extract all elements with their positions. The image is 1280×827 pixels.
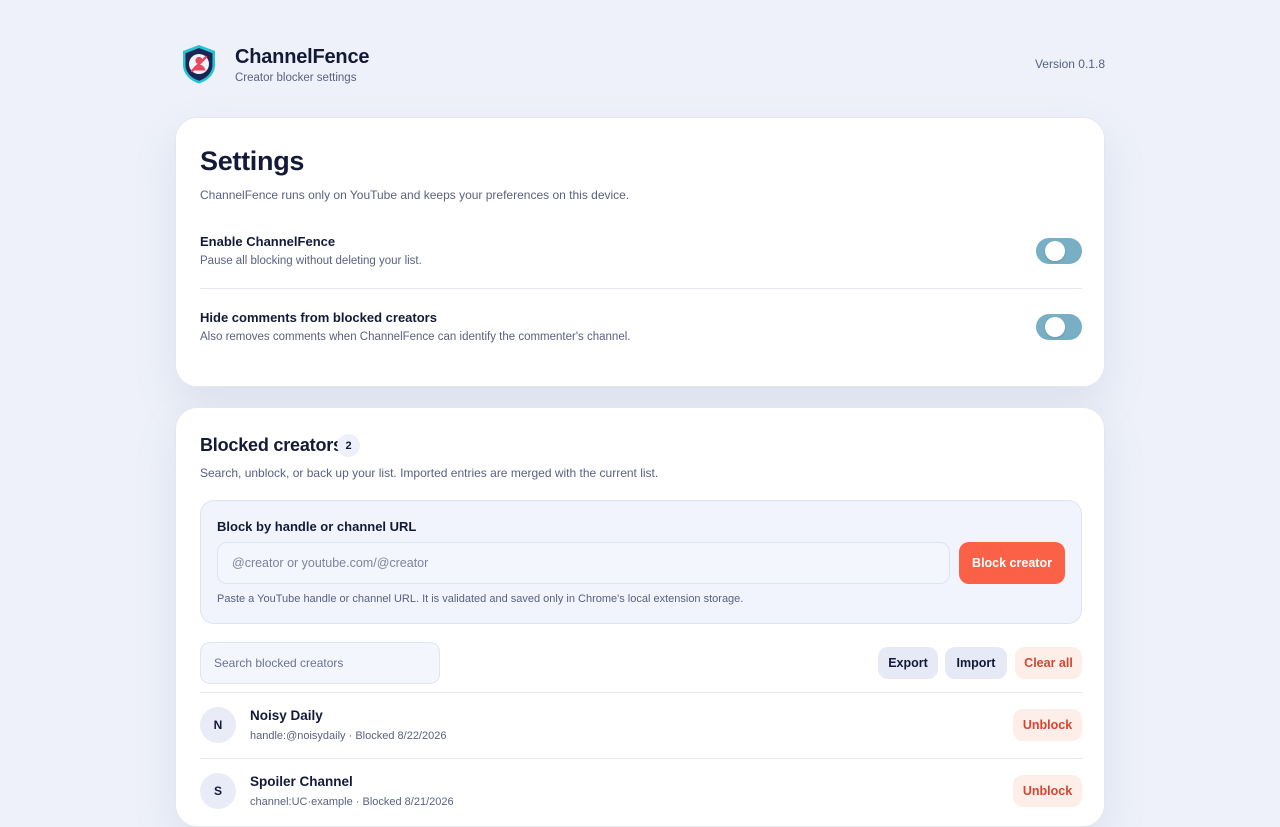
setting-enable-row: Enable ChannelFence Pause all blocking w… (200, 234, 1082, 274)
import-button[interactable]: Import (945, 647, 1007, 679)
setting-enable-description: Pause all blocking without deleting your… (200, 255, 422, 267)
toggle-knob (1045, 317, 1065, 337)
creator-name: Noisy Daily (250, 708, 323, 723)
blocked-count-badge: 2 (337, 434, 360, 457)
enable-toggle[interactable] (1036, 238, 1082, 264)
unblock-button[interactable]: Unblock (1013, 709, 1082, 741)
setting-hide-comments-row: Hide comments from blocked creators Also… (200, 310, 1082, 350)
export-button[interactable]: Export (878, 647, 938, 679)
blocked-creator-row: S Spoiler Channel channel:UC·example · B… (200, 773, 1082, 817)
unblock-button[interactable]: Unblock (1013, 775, 1082, 807)
app-subtitle: Creator blocker settings (235, 72, 357, 84)
creator-avatar: S (200, 773, 236, 809)
app-header: ChannelFence Creator blocker settings Ve… (175, 40, 1105, 88)
block-creator-button[interactable]: Block creator (959, 542, 1065, 584)
list-divider (200, 692, 1082, 693)
creator-name: Spoiler Channel (250, 774, 353, 789)
app-name: ChannelFence (235, 46, 370, 68)
setting-hide-comments-description: Also removes comments when ChannelFence … (200, 331, 631, 343)
list-divider (200, 758, 1082, 759)
blocked-creator-row: N Noisy Daily handle:@noisydaily · Block… (200, 707, 1082, 751)
block-panel-title: Block by handle or channel URL (217, 519, 417, 534)
creator-avatar: N (200, 707, 236, 743)
version-label: Version 0.1.8 (1034, 57, 1105, 71)
blocked-creators-title: Blocked creators (200, 435, 343, 455)
setting-hide-comments-title: Hide comments from blocked creators (200, 310, 437, 325)
settings-card: Settings ChannelFence runs only on YouTu… (175, 117, 1105, 387)
setting-enable-title: Enable ChannelFence (200, 234, 336, 249)
settings-description: ChannelFence runs only on YouTube and ke… (200, 188, 630, 202)
clear-all-button[interactable]: Clear all (1015, 647, 1082, 679)
settings-title: Settings (200, 146, 305, 176)
block-creator-panel: Block by handle or channel URL Block cre… (200, 500, 1082, 624)
creator-meta: channel:UC·example · Blocked 8/21/2026 (250, 796, 454, 808)
blocked-creators-description: Search, unblock, or back up your list. I… (200, 466, 659, 480)
hide-comments-toggle[interactable] (1036, 314, 1082, 340)
settings-divider (200, 288, 1082, 289)
block-panel-note: Paste a YouTube handle or channel URL. I… (217, 593, 744, 605)
search-blocked-input[interactable] (200, 642, 440, 684)
blocked-creators-card: Blocked creators 2 Search, unblock, or b… (175, 407, 1105, 827)
toggle-knob (1045, 241, 1065, 261)
creator-meta: handle:@noisydaily · Blocked 8/22/2026 (250, 730, 447, 742)
handle-url-input[interactable] (217, 542, 950, 584)
shield-person-blocked-icon (183, 45, 215, 84)
